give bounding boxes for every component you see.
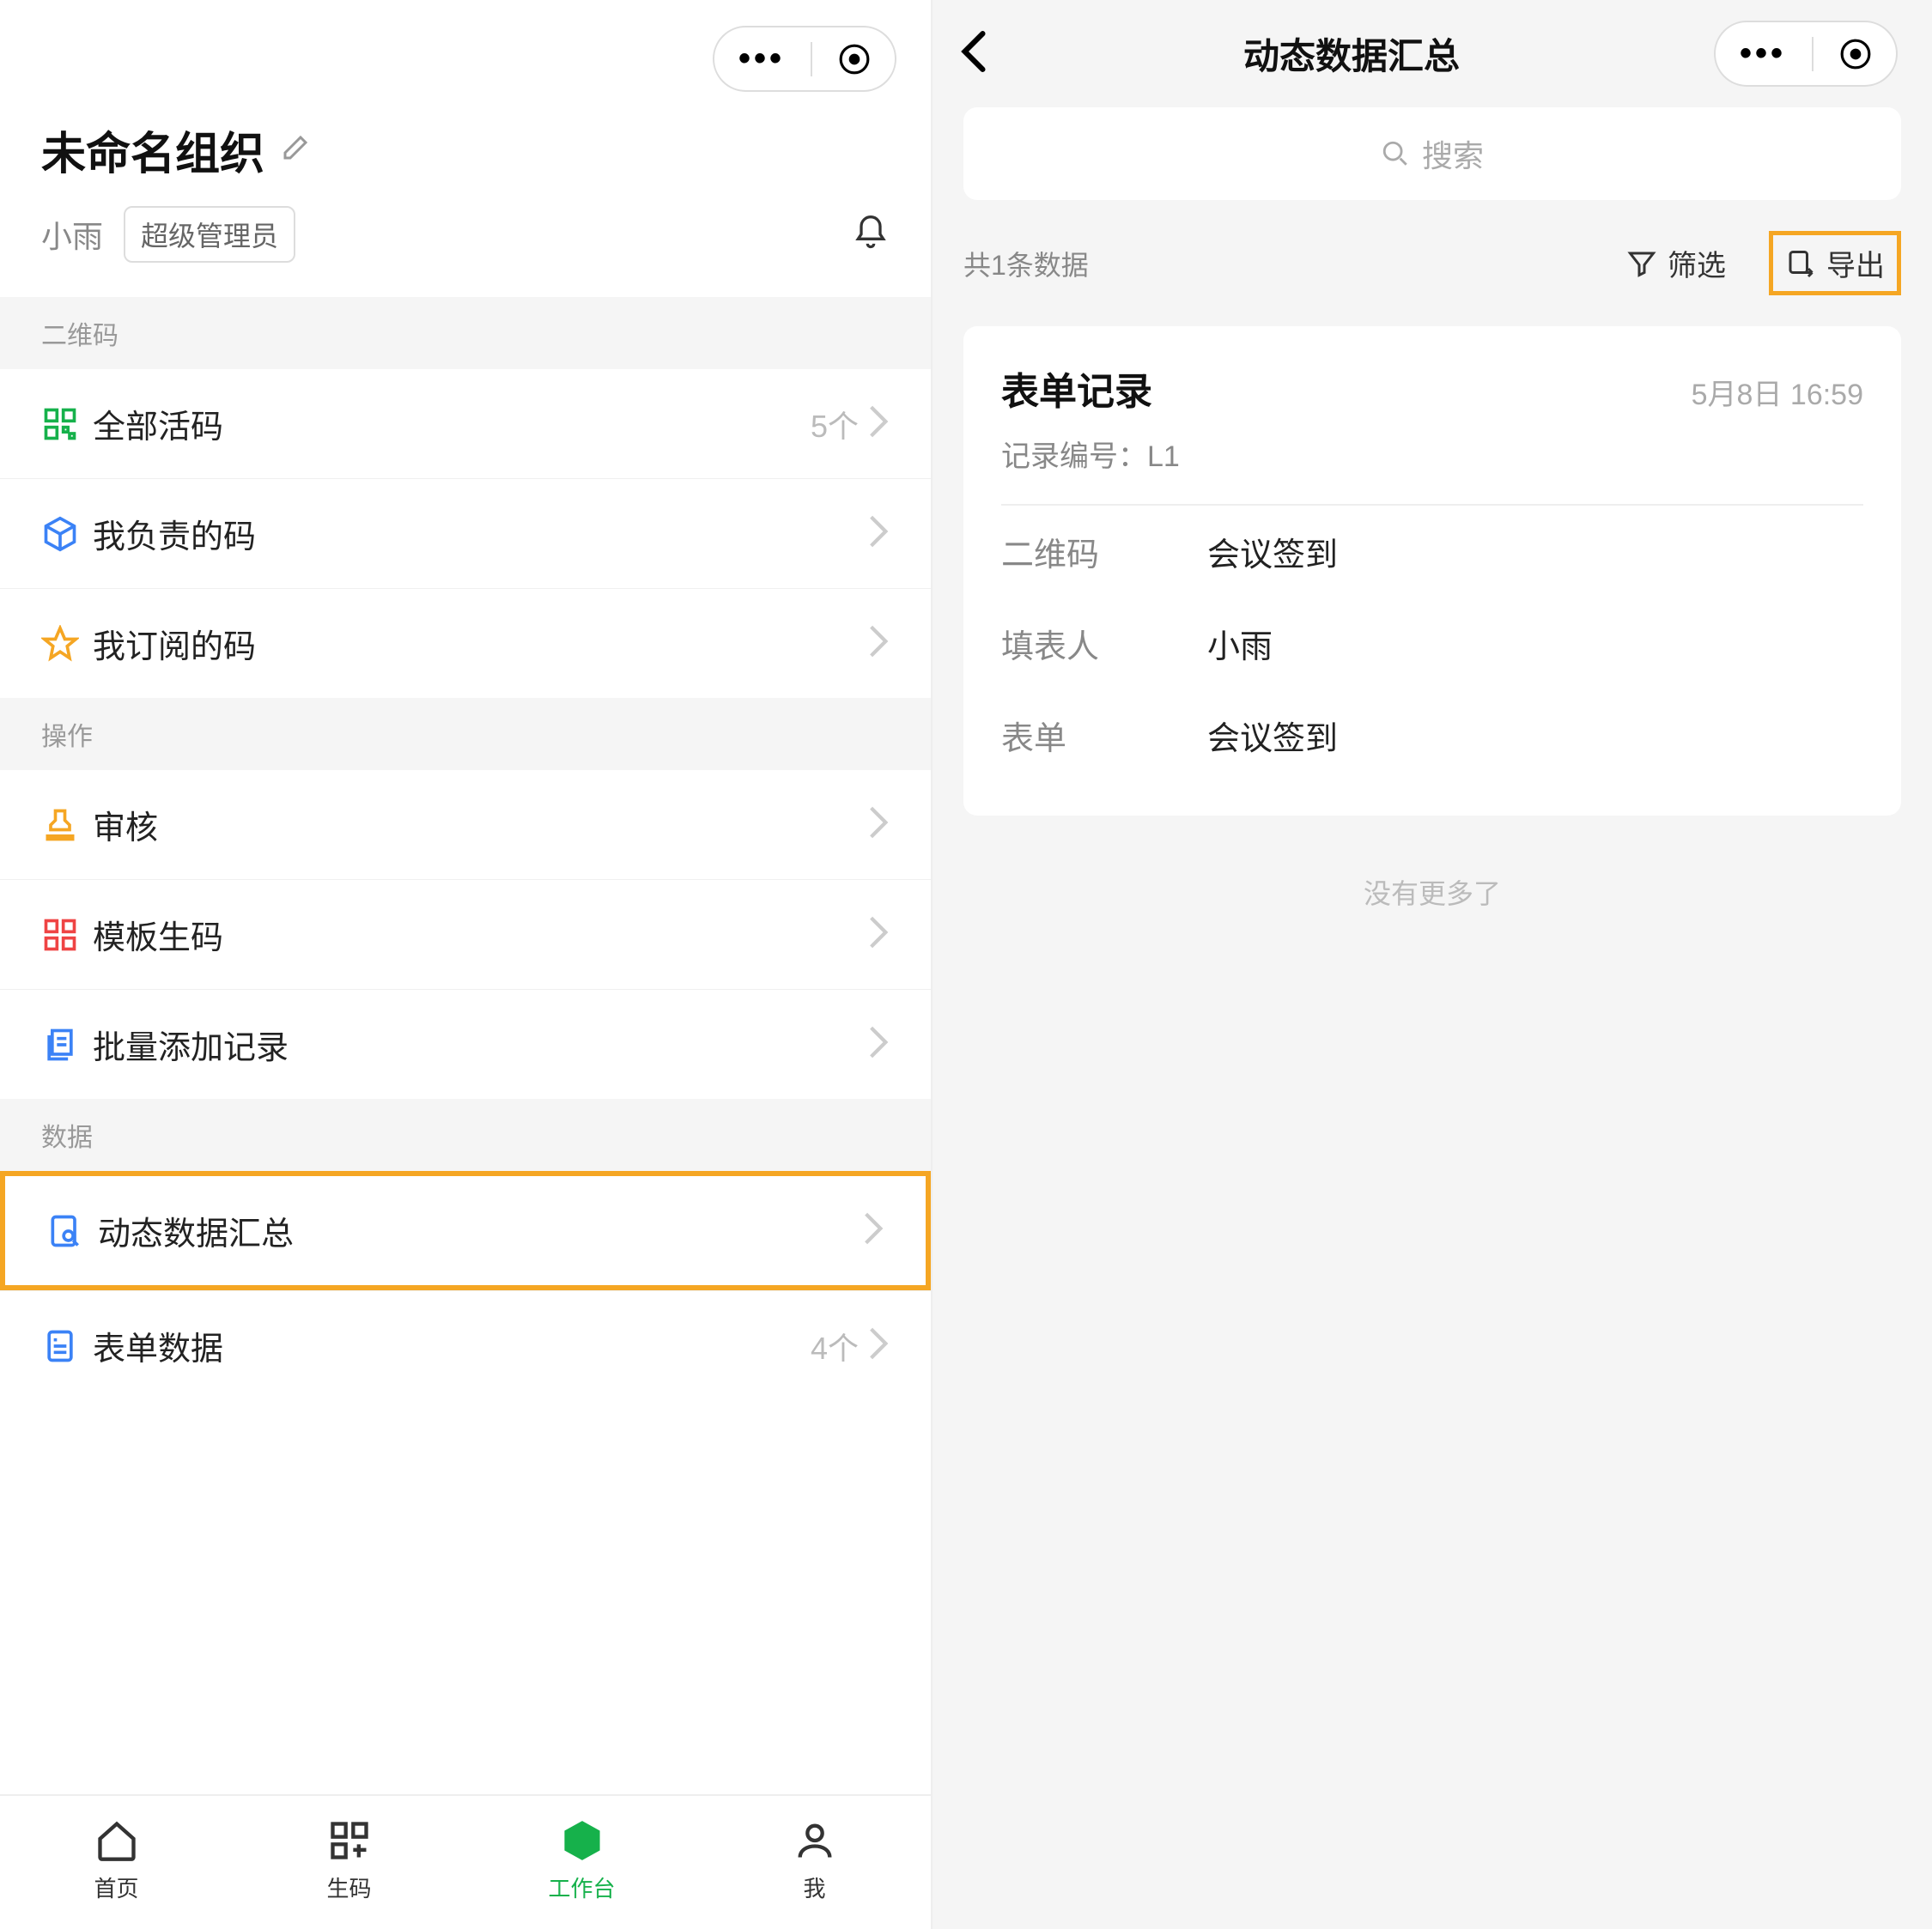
filter-icon <box>1626 248 1657 279</box>
role-badge: 超级管理员 <box>124 206 295 263</box>
chevron-right-icon <box>867 914 890 955</box>
section-header-qr: 二维码 <box>0 297 931 369</box>
stamp-icon <box>41 806 93 844</box>
item-label: 模板生码 <box>93 911 867 958</box>
kv-row: 填表人 小雨 <box>1001 598 1863 689</box>
kv-val: 会议签到 <box>1207 712 1338 759</box>
tab-home[interactable]: 首页 <box>0 1796 233 1929</box>
export-button[interactable]: 导出 <box>1769 231 1901 295</box>
record-label: 记录编号： <box>1001 440 1147 473</box>
item-form-data[interactable]: 表单数据 4个 <box>0 1290 931 1400</box>
chevron-right-icon <box>867 403 890 444</box>
tab-me[interactable]: 我 <box>698 1796 931 1929</box>
item-batch-add[interactable]: 批量添加记录 <box>0 989 931 1099</box>
filter-button[interactable]: 筛选 <box>1614 235 1738 291</box>
page-title: 动态数据汇总 <box>1243 27 1460 80</box>
no-more-text: 没有更多了 <box>933 829 1932 955</box>
record-card[interactable]: 表单记录 5月8日 16:59 记录编号：L1 二维码 会议签到 填表人 小雨 … <box>963 326 1901 816</box>
tab-label: 我 <box>803 1871 825 1903</box>
item-label: 表单数据 <box>93 1322 811 1369</box>
template-grid-icon <box>41 916 93 954</box>
item-all-codes[interactable]: 全部活码 5个 <box>0 369 931 478</box>
tab-label: 生码 <box>326 1871 371 1903</box>
section-header-data: 数据 <box>0 1099 931 1171</box>
qr-grid-icon <box>41 405 93 443</box>
item-label: 动态数据汇总 <box>98 1207 862 1254</box>
tab-label: 首页 <box>94 1871 138 1903</box>
bottom-tabbar: 首页 生码 工作台 我 <box>0 1794 931 1929</box>
close-target-icon[interactable] <box>1839 38 1872 70</box>
search-input[interactable]: 搜索 <box>963 107 1901 200</box>
kv-val: 会议签到 <box>1207 528 1338 575</box>
chevron-right-icon <box>867 1024 890 1065</box>
record-no: L1 <box>1147 440 1180 473</box>
chevron-right-icon <box>867 513 890 554</box>
item-my-subscribed[interactable]: 我订阅的码 <box>0 588 931 698</box>
kv-key: 二维码 <box>1001 528 1207 575</box>
item-label: 审核 <box>93 801 867 848</box>
org-title: 未命名组织 <box>41 118 264 182</box>
more-icon[interactable]: ••• <box>738 39 785 78</box>
kv-row: 表单 会议签到 <box>1001 689 1863 781</box>
back-button[interactable] <box>958 30 989 77</box>
item-label: 我负责的码 <box>93 510 867 557</box>
filter-label: 筛选 <box>1668 242 1726 284</box>
form-doc-icon <box>41 1327 93 1365</box>
item-count: 4个 <box>811 1324 859 1368</box>
documents-icon <box>41 1026 93 1064</box>
username: 小雨 <box>41 212 103 257</box>
record-number: 记录编号：L1 <box>1001 433 1863 506</box>
export-icon <box>1785 248 1816 279</box>
card-time: 5月8日 16:59 <box>1692 371 1863 413</box>
chevron-right-icon <box>862 1210 884 1251</box>
kv-key: 填表人 <box>1001 620 1207 667</box>
chevron-right-icon <box>867 623 890 664</box>
item-review[interactable]: 审核 <box>0 770 931 879</box>
tab-workbench[interactable]: 工作台 <box>465 1796 698 1929</box>
kv-val: 小雨 <box>1207 620 1273 667</box>
item-template-gen[interactable]: 模板生码 <box>0 879 931 989</box>
kv-row: 二维码 会议签到 <box>1001 506 1863 598</box>
item-count: 5个 <box>811 402 859 446</box>
item-label: 我订阅的码 <box>93 620 867 667</box>
search-icon <box>1381 139 1410 168</box>
star-icon <box>41 625 93 663</box>
item-dynamic-summary[interactable]: 动态数据汇总 <box>0 1171 931 1290</box>
edit-icon[interactable] <box>280 132 311 167</box>
pill-separator <box>1812 37 1814 71</box>
tab-gen[interactable]: 生码 <box>233 1796 465 1929</box>
left-top-actions: ••• <box>0 0 931 92</box>
tab-label: 工作台 <box>548 1871 615 1903</box>
item-label: 全部活码 <box>93 400 811 447</box>
search-doc-icon <box>46 1212 98 1250</box>
kv-key: 表单 <box>1001 712 1207 759</box>
bell-icon[interactable] <box>852 214 890 256</box>
pill-separator <box>811 42 812 76</box>
chevron-right-icon <box>867 804 890 845</box>
miniprogram-actions-pill: ••• <box>713 26 896 92</box>
more-icon[interactable]: ••• <box>1740 34 1786 73</box>
search-placeholder: 搜索 <box>1422 131 1484 176</box>
chevron-right-icon <box>867 1325 890 1366</box>
section-header-ops: 操作 <box>0 698 931 770</box>
card-title: 表单记录 <box>1001 361 1152 416</box>
miniprogram-actions-pill: ••• <box>1714 21 1898 87</box>
close-target-icon[interactable] <box>838 43 871 76</box>
cube-icon <box>41 515 93 553</box>
item-my-responsible[interactable]: 我负责的码 <box>0 478 931 588</box>
data-count: 共1条数据 <box>963 244 1089 283</box>
item-label: 批量添加记录 <box>93 1021 867 1068</box>
export-label: 导出 <box>1826 242 1885 284</box>
